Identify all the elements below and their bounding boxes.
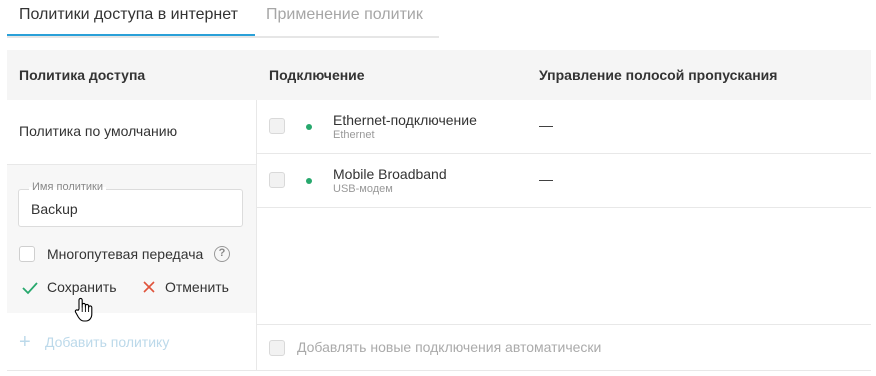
policy-name-label: Имя политики (29, 181, 107, 193)
tab-access-policies[interactable]: Политики доступа в интернет (19, 6, 238, 24)
table-row: Ethernet-подключение Ethernet — (257, 100, 871, 153)
table-bottom-border (7, 370, 871, 371)
connection-bandwidth: — (539, 117, 553, 133)
row-divider (257, 324, 871, 325)
row-divider (257, 207, 871, 208)
policy-name-input[interactable] (31, 201, 231, 217)
connection-name: Mobile Broadband (333, 166, 447, 182)
table-row: Mobile Broadband USB-модем — (257, 154, 871, 207)
connection-type: Ethernet (333, 129, 375, 141)
plus-icon: + (19, 331, 31, 353)
status-dot (306, 124, 312, 130)
header-connection: Подключение (269, 67, 365, 83)
tab-policy-application[interactable]: Применение политик (266, 6, 423, 24)
save-label: Сохранить (47, 279, 117, 295)
add-policy-label: Добавить политику (45, 334, 170, 350)
hand-cursor-icon (74, 297, 93, 322)
active-tab-indicator (7, 34, 255, 36)
auto-add-checkbox[interactable] (269, 340, 285, 356)
table-header: Политика доступа Подключение Управление … (7, 50, 871, 100)
close-icon (143, 281, 155, 293)
tab-bar: Политики доступа в интернет Применение п… (7, 0, 439, 38)
multipath-checkbox[interactable] (19, 246, 35, 262)
connection-checkbox[interactable] (269, 118, 285, 134)
connection-name: Ethernet-подключение (333, 112, 477, 128)
check-icon (22, 282, 38, 295)
multipath-label: Многопутевая передача (47, 246, 204, 262)
status-dot (306, 178, 312, 184)
help-icon[interactable]: ? (214, 246, 230, 262)
connection-type: USB-модем (333, 183, 393, 195)
connection-bandwidth: — (539, 171, 553, 187)
connection-checkbox[interactable] (269, 172, 285, 188)
header-policy: Политика доступа (19, 67, 146, 83)
header-bandwidth: Управление полосой пропускания (539, 67, 778, 83)
auto-add-label: Добавлять новые подключения автоматическ… (297, 339, 602, 355)
policy-default[interactable]: Политика по умолчанию (19, 123, 177, 139)
cancel-label: Отменить (165, 279, 229, 295)
